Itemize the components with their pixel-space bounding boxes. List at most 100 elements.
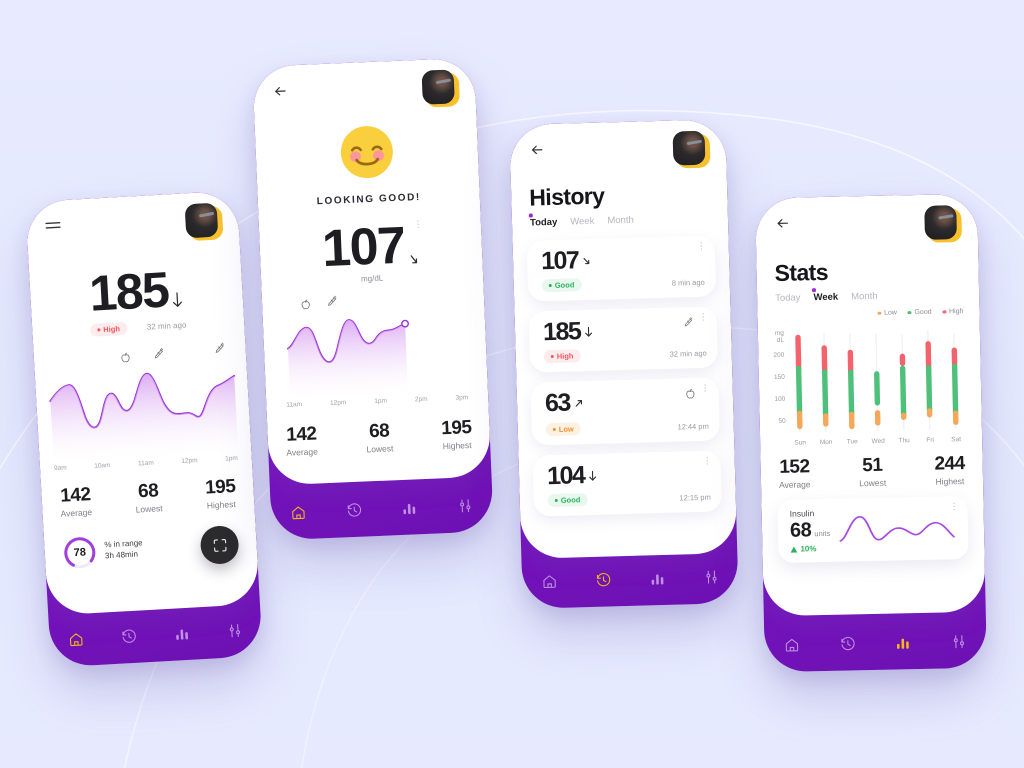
nav-history-icon[interactable] bbox=[345, 501, 363, 519]
tab-month[interactable]: Month bbox=[607, 215, 634, 227]
list-item[interactable]: ⋮ 107 Good 8 min ago bbox=[526, 235, 717, 302]
entry-value: 63 bbox=[544, 388, 571, 418]
stat-value: 68 bbox=[137, 480, 159, 503]
list-item[interactable]: ⋮ 185 High 32 min ago bbox=[528, 306, 719, 373]
caret-up-icon bbox=[790, 546, 798, 553]
more-options-icon[interactable]: ⋮ bbox=[701, 383, 710, 393]
avatar-photo bbox=[421, 69, 455, 105]
more-options-icon[interactable]: ⋮ bbox=[703, 456, 712, 466]
nav-settings-icon[interactable] bbox=[702, 568, 719, 585]
axis-tick: 3pm bbox=[455, 394, 469, 402]
axis-tick: 12pm bbox=[181, 457, 198, 465]
list-item[interactable]: ⋮ 104 Good 12:15 pm bbox=[532, 450, 723, 517]
axis-tick: Thu bbox=[898, 437, 910, 444]
nav-home-icon[interactable] bbox=[783, 636, 800, 653]
stat-label: Average bbox=[778, 479, 811, 490]
scan-icon bbox=[213, 538, 227, 552]
summary-stats: 152 Average 51 Lowest 244 Highest bbox=[760, 453, 983, 491]
stat-value: 152 bbox=[779, 456, 810, 478]
bottom-nav bbox=[764, 614, 987, 673]
trend-down-icon bbox=[172, 292, 182, 307]
tab-week[interactable]: Week bbox=[813, 292, 838, 304]
nav-settings-icon[interactable] bbox=[950, 633, 967, 650]
detail-screen: LOOKING GOOD! 107 ⋮ mg/dL 11am 12pm 1pm … bbox=[252, 57, 492, 486]
nav-home-icon[interactable] bbox=[67, 630, 85, 648]
tab-week[interactable]: Week bbox=[570, 216, 594, 228]
arrow-left-icon[interactable] bbox=[771, 212, 793, 234]
nav-settings-icon[interactable] bbox=[226, 621, 244, 639]
home-reading-block: 185 bbox=[29, 260, 243, 322]
stats-screen: Stats Today Week Month Low Good High mg … bbox=[755, 193, 986, 617]
entry-time: 32 min ago bbox=[669, 348, 707, 359]
range-percent: 78 bbox=[73, 546, 87, 560]
range-duration: 3h 48min bbox=[104, 549, 139, 561]
stat-label: Average bbox=[286, 446, 319, 458]
nav-history-icon[interactable] bbox=[594, 571, 611, 588]
trend-down-icon bbox=[585, 326, 593, 337]
range-progress-ring: 78 bbox=[62, 535, 98, 571]
stat-value: 244 bbox=[934, 453, 965, 475]
home-screen: 185 High 32 min ago 9am 10am 11am 12pm 1… bbox=[25, 190, 260, 616]
glucose-area-chart bbox=[287, 319, 409, 401]
home-topbar bbox=[25, 190, 239, 250]
trend-down-icon bbox=[410, 255, 417, 264]
avatar[interactable] bbox=[421, 69, 461, 108]
arrow-left-icon[interactable] bbox=[526, 138, 549, 161]
history-topbar bbox=[509, 119, 726, 173]
insulin-sparkline bbox=[838, 506, 957, 551]
more-options-icon[interactable]: ⋮ bbox=[699, 312, 708, 322]
current-reading: 107 bbox=[321, 216, 406, 279]
scan-fab-button[interactable] bbox=[199, 524, 240, 565]
apple-icon bbox=[120, 351, 132, 370]
nav-stats-icon[interactable] bbox=[173, 624, 191, 642]
stat-value: 195 bbox=[204, 476, 236, 499]
tab-today[interactable]: Today bbox=[530, 217, 558, 229]
legend-good: Good bbox=[907, 309, 932, 316]
legend-low: Low bbox=[877, 309, 897, 317]
nav-stats-icon[interactable] bbox=[648, 569, 665, 586]
more-options-icon[interactable]: ⋮ bbox=[697, 241, 706, 251]
trend-down-icon bbox=[589, 470, 597, 481]
axis-tick: 2pm bbox=[414, 395, 428, 404]
entry-value: 104 bbox=[546, 461, 585, 491]
insulin-value: 68 bbox=[789, 519, 812, 542]
axis-tick: Sat bbox=[951, 436, 961, 443]
more-options-icon[interactable]: ⋮ bbox=[949, 501, 958, 511]
trend-down-icon bbox=[583, 257, 590, 265]
list-item[interactable]: ⋮ 63 Low 12:44 pm bbox=[530, 377, 721, 446]
stat-lowest: 68 Lowest bbox=[365, 420, 393, 454]
history-screen: History Today Week Month ⋮ 107 Good 8 mi… bbox=[509, 119, 738, 559]
bottom-nav bbox=[521, 549, 738, 609]
nav-history-icon[interactable] bbox=[120, 627, 138, 645]
nav-home-icon[interactable] bbox=[290, 503, 308, 521]
avatar[interactable] bbox=[672, 130, 711, 169]
apple-icon bbox=[300, 298, 312, 316]
nav-home-icon[interactable] bbox=[540, 572, 557, 589]
weekly-range-chart: mg dL 200 150 100 50 Sun Mon Tue Wed Thu… bbox=[758, 317, 983, 454]
arrow-left-icon[interactable] bbox=[269, 79, 292, 102]
stat-lowest: 68 Lowest bbox=[134, 480, 162, 514]
current-reading: 185 bbox=[87, 261, 170, 322]
axis-tick: Tue bbox=[847, 438, 858, 445]
history-list: ⋮ 107 Good 8 min ago ⋮ 185 High 32 min a… bbox=[512, 223, 736, 517]
avatar[interactable] bbox=[184, 202, 224, 242]
insulin-title: Insulin bbox=[789, 508, 815, 519]
nav-history-icon[interactable] bbox=[839, 635, 856, 652]
tab-today[interactable]: Today bbox=[775, 292, 801, 304]
avatar[interactable] bbox=[924, 205, 963, 243]
glucose-chart bbox=[262, 292, 488, 401]
stat-label: Highest bbox=[935, 476, 965, 487]
nav-settings-icon[interactable] bbox=[456, 496, 474, 514]
avatar-photo bbox=[184, 202, 219, 239]
insulin-unit: units bbox=[814, 528, 831, 539]
smiling-face-emoji bbox=[340, 126, 393, 179]
tab-month[interactable]: Month bbox=[851, 291, 878, 303]
insulin-card[interactable]: ⋮ Insulin 68 units 10% bbox=[777, 495, 969, 563]
nav-stats-icon[interactable] bbox=[894, 634, 911, 651]
syringe-icon bbox=[326, 295, 338, 313]
hamburger-icon[interactable] bbox=[42, 214, 65, 237]
phone-stats: Stats Today Week Month Low Good High mg … bbox=[755, 193, 987, 673]
more-options-icon[interactable]: ⋮ bbox=[413, 219, 422, 229]
mood-block: LOOKING GOOD! bbox=[255, 120, 480, 210]
nav-stats-icon[interactable] bbox=[401, 499, 419, 517]
